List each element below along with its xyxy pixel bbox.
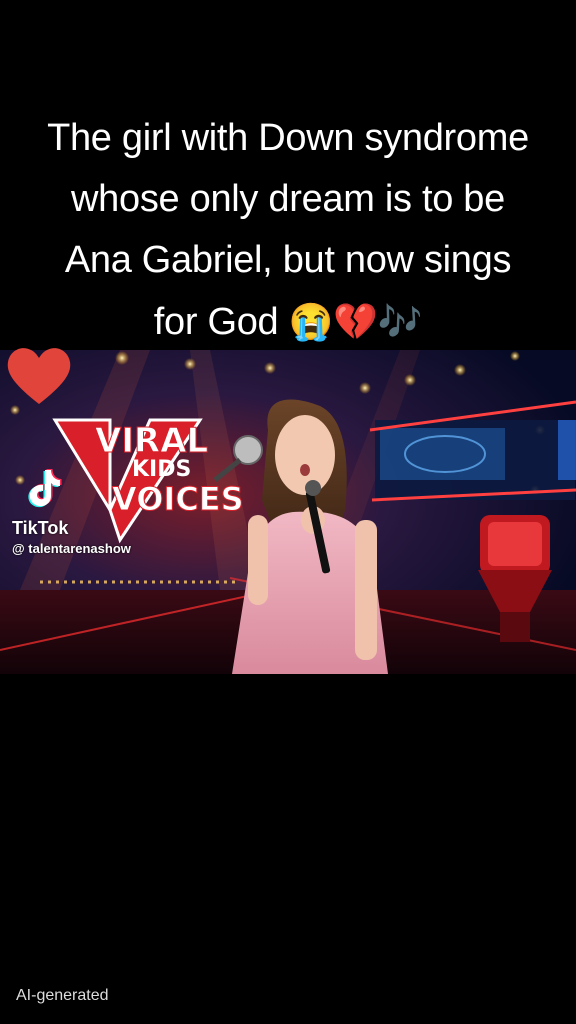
caption-emojis: 😭💔🎶 [288, 301, 423, 342]
heart-icon[interactable] [6, 346, 72, 406]
tiktok-app-name: TikTok [12, 518, 69, 538]
video-caption: The girl with Down syndrome whose only d… [0, 108, 576, 353]
logo-text-voices: VOICES [112, 480, 244, 518]
logo-text-kids: KIDS [132, 457, 191, 482]
caption-line-4-text: for God [153, 301, 279, 343]
caption-line-1: The girl with Down syndrome [47, 117, 529, 159]
stage-scene: VIRAL KIDS VOICES [0, 350, 576, 674]
caption-line-4: for God 😭💔🎶 [0, 291, 576, 353]
caption-line-2: whose only dream is to be [71, 178, 505, 220]
video-frame[interactable]: VIRAL KIDS VOICES [0, 350, 576, 674]
tiktok-handle: @ talentarenashow [12, 541, 131, 556]
logo-text-viral: VIRAL [95, 421, 208, 461]
caption-line-3: Ana Gabriel, but now sings [64, 239, 512, 281]
tiktok-logo-icon [28, 469, 62, 508]
ai-generated-label: AI-generated [16, 987, 109, 1004]
